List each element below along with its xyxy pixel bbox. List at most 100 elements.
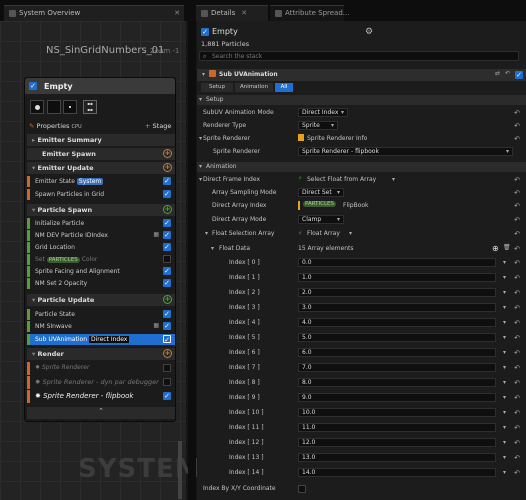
- particle-update-section[interactable]: ▾ Particle Update +: [27, 294, 175, 306]
- tab-system-overview[interactable]: System Overview ✕: [4, 5, 184, 21]
- renderer-flipbook[interactable]: ✸ Sprite Renderer - flipbook ✓: [27, 390, 175, 403]
- particle-spawn-section[interactable]: ▾ Particle Spawn +: [27, 204, 175, 216]
- module-enable-checkbox[interactable]: ✓: [163, 279, 171, 287]
- module-header[interactable]: ▾ Sub UVAnimation ⇄ ↶ ✓: [197, 69, 526, 81]
- system-graph[interactable]: NS_SinGridNumbers_01 Zoom -1 SYSTEM ✓ Em…: [0, 21, 201, 500]
- emitter-summary[interactable]: ▸ Emitter Summary: [27, 134, 175, 146]
- float-data-row[interactable]: ▾ Float Data 15 Array elements ⊕ 🗑 ↶: [197, 242, 526, 255]
- module-enable-checkbox[interactable]: ✓: [163, 177, 171, 185]
- chevron-down-icon[interactable]: ▾: [503, 289, 506, 296]
- reset-arrow-icon[interactable]: ↶: [514, 216, 520, 224]
- animation-group[interactable]: ▾ Animation: [197, 162, 526, 172]
- reset-arrow-icon[interactable]: ↶: [514, 304, 520, 312]
- chevron-down-icon[interactable]: ▾: [503, 424, 506, 431]
- reset-icon[interactable]: ↶: [505, 70, 510, 77]
- module-nm-set-opacity[interactable]: NM Set 2 Opacity ✓: [27, 278, 175, 289]
- module-emitter-state[interactable]: Emitter State System ✓: [27, 176, 175, 187]
- chevron-down-icon[interactable]: ▾: [503, 334, 506, 341]
- reset-arrow-icon[interactable]: ↶: [514, 122, 520, 130]
- module-enable-checkbox[interactable]: ✓: [163, 231, 171, 239]
- chevron-down-icon[interactable]: ▾: [503, 304, 506, 311]
- renderer-sprite[interactable]: ✸ Sprite Renderer: [27, 362, 175, 375]
- index-value-input[interactable]: 10.0: [298, 408, 496, 417]
- index-by-xy-checkbox[interactable]: [298, 485, 306, 493]
- search-input[interactable]: Search the stack ⌕: [199, 51, 519, 61]
- index-value-input[interactable]: 4.0: [298, 318, 496, 327]
- reset-arrow-icon[interactable]: ↶: [514, 424, 520, 432]
- index-value-input[interactable]: 12.0: [298, 438, 496, 447]
- scrollbar[interactable]: [178, 441, 182, 499]
- chevron-down-icon[interactable]: ▾: [349, 230, 352, 237]
- reset-arrow-icon[interactable]: ↶: [514, 334, 520, 342]
- panel-splitter[interactable]: [188, 21, 196, 500]
- reset-arrow-icon[interactable]: ↶: [514, 109, 520, 117]
- reset-arrow-icon[interactable]: ↶: [514, 364, 520, 372]
- reset-arrow-icon[interactable]: ↶: [514, 289, 520, 297]
- reset-arrow-icon[interactable]: ↶: [514, 135, 520, 143]
- emitter-preview-icon[interactable]: [47, 100, 61, 114]
- close-icon[interactable]: ✕: [241, 9, 247, 17]
- setup-group[interactable]: ▾ Setup: [197, 95, 526, 105]
- module-enable-checkbox[interactable]: ✓: [163, 267, 171, 275]
- emitter-spawn-section[interactable]: Emitter Spawn +: [27, 148, 175, 160]
- renderer-dyn-par[interactable]: ✸ Sprite Renderer - dyn par debugger: [27, 376, 175, 389]
- chevron-down-icon[interactable]: ▾: [503, 319, 506, 326]
- direct-frame-row[interactable]: ▾ Direct Frame Index ⚡ Select Float from Ar…: [197, 173, 526, 186]
- chevron-down-icon[interactable]: ▾: [503, 259, 506, 266]
- sprite-renderer-dropdown[interactable]: Sprite Renderer - flipbook ▾: [298, 147, 513, 156]
- collapse-button[interactable]: ⌃: [27, 407, 175, 419]
- emitter-header[interactable]: ✓ Empty: [25, 78, 175, 94]
- emitter-enable-checkbox[interactable]: ✓: [201, 28, 209, 36]
- tab-details[interactable]: Details ✕: [196, 5, 268, 21]
- reset-arrow-icon[interactable]: ↶: [514, 349, 520, 357]
- reset-arrow-icon[interactable]: ↶: [514, 274, 520, 282]
- chevron-down-icon[interactable]: ▾: [503, 274, 506, 281]
- chevron-down-icon[interactable]: ▾: [503, 394, 506, 401]
- module-enable-checkbox[interactable]: ✓: [163, 219, 171, 227]
- tab-attribute-spreadsheet[interactable]: Attribute Spread...: [270, 5, 349, 21]
- filter-setup[interactable]: Setup: [201, 83, 233, 92]
- emitter-enable-checkbox[interactable]: ✓: [29, 82, 37, 90]
- add-module-icon[interactable]: +: [163, 349, 172, 358]
- add-module-icon[interactable]: +: [163, 205, 172, 214]
- add-module-icon[interactable]: +: [163, 295, 172, 304]
- stage-button[interactable]: + Stage: [145, 122, 171, 130]
- reset-arrow-icon[interactable]: ↶: [514, 189, 520, 197]
- module-grid-location[interactable]: Grid Location ✓: [27, 242, 175, 253]
- reset-arrow-icon[interactable]: ↶: [514, 176, 520, 184]
- reset-arrow-icon[interactable]: ↶: [514, 259, 520, 267]
- renderer-type-dropdown[interactable]: Sprite ▾: [298, 121, 338, 130]
- reset-arrow-icon[interactable]: ↶: [514, 439, 520, 447]
- trash-icon[interactable]: 🗑: [503, 244, 511, 251]
- chevron-down-icon[interactable]: ▾: [503, 364, 506, 371]
- add-module-icon[interactable]: +: [163, 149, 172, 158]
- reset-arrow-icon[interactable]: ↶: [514, 454, 520, 462]
- module-enable-checkbox[interactable]: ✓: [515, 71, 523, 79]
- close-icon[interactable]: ✕: [174, 9, 180, 17]
- add-module-icon[interactable]: +: [163, 163, 172, 172]
- index-value-input[interactable]: 8.0: [298, 378, 496, 387]
- index-value-input[interactable]: 3.0: [298, 303, 496, 312]
- reset-arrow-icon[interactable]: ↶: [514, 409, 520, 417]
- renderer-enable-checkbox[interactable]: [163, 378, 171, 386]
- reset-arrow-icon[interactable]: ↶: [514, 319, 520, 327]
- sprite-renderer-row[interactable]: ▾ Sprite Renderer Sprite Renderer Info ↶: [197, 132, 526, 145]
- index-value-input[interactable]: 2.0: [298, 288, 496, 297]
- index-value-input[interactable]: 0.0: [298, 258, 496, 267]
- module-sprite-facing[interactable]: Sprite Facing and Alignment ✓: [27, 266, 175, 277]
- particles-tag[interactable]: PARTICLES: [303, 201, 337, 207]
- reset-arrow-icon[interactable]: ↶: [514, 245, 520, 253]
- filter-animation[interactable]: Animation: [235, 83, 273, 92]
- shuffle-icon[interactable]: ⇄: [495, 70, 500, 77]
- index-value-input[interactable]: 14.0: [298, 468, 496, 477]
- chevron-down-icon[interactable]: ▾: [503, 439, 506, 446]
- render-section[interactable]: ▾ Render +: [27, 348, 175, 360]
- module-enable-checkbox[interactable]: [163, 255, 171, 263]
- chevron-down-icon[interactable]: ▾: [392, 176, 395, 183]
- properties-row[interactable]: ✎ Properties CPU: [29, 122, 82, 130]
- float-selection-row[interactable]: ▾ Float Selection Array ⚡ Float Array ▾ ↶: [197, 227, 526, 240]
- index-value-input[interactable]: 6.0: [298, 348, 496, 357]
- chevron-down-icon[interactable]: ▾: [503, 469, 506, 476]
- gear-icon[interactable]: ⚙: [365, 27, 373, 37]
- reset-arrow-icon[interactable]: ↶: [514, 394, 520, 402]
